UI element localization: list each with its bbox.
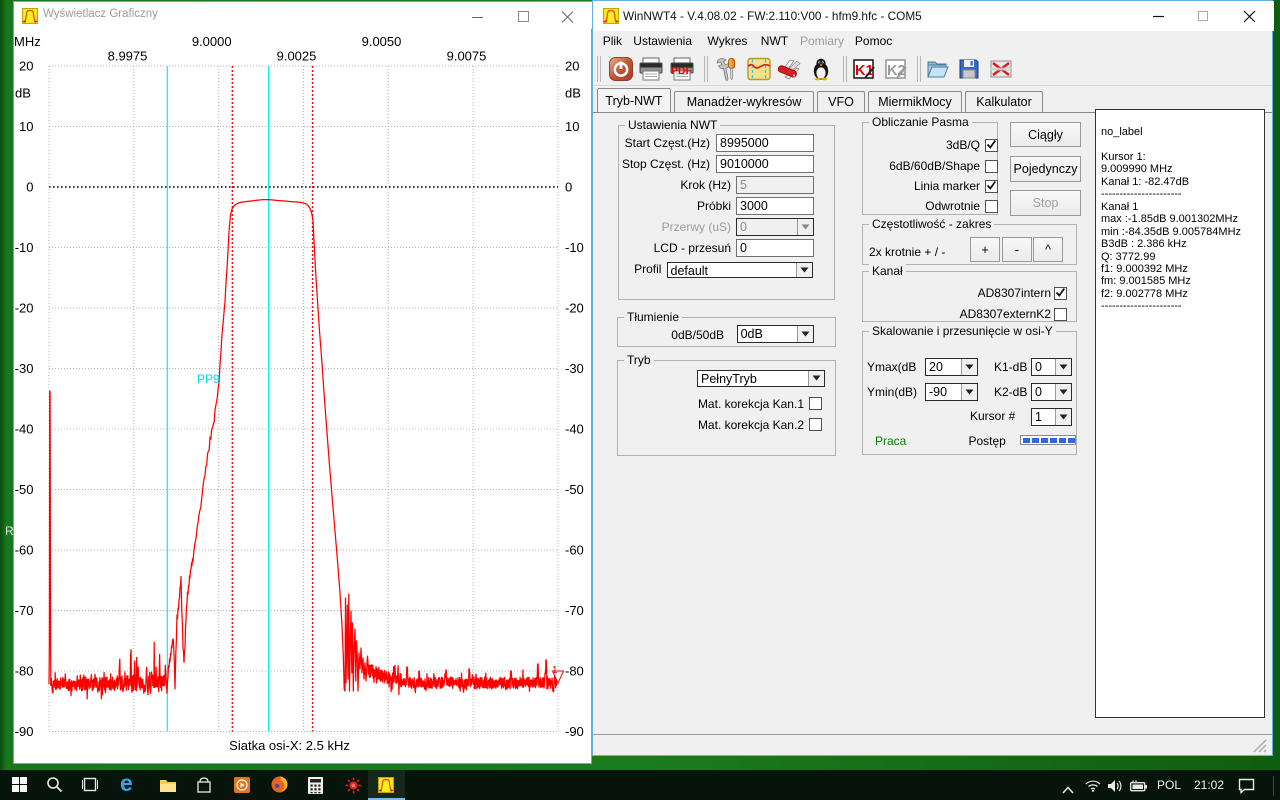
svg-text:-80: -80 [15,664,34,679]
svg-text:0: 0 [26,180,33,195]
svg-text:-30: -30 [565,361,584,376]
svg-text:PDF: PDF [671,65,693,77]
svg-text:-60: -60 [15,543,34,558]
svg-text:-80: -80 [565,664,584,679]
svg-text:-40: -40 [15,422,34,437]
svg-text:-50: -50 [565,482,584,497]
svg-text:-70: -70 [15,603,34,618]
svg-text:10: 10 [565,119,579,134]
svg-text:-50: -50 [15,482,34,497]
svg-text:-30: -30 [15,361,34,376]
svg-text:dB: dB [15,86,31,101]
svg-text:-70: -70 [565,603,584,618]
svg-text:9.0050: 9.0050 [362,34,402,49]
svg-text:20: 20 [19,59,33,74]
svg-text:9.0025: 9.0025 [277,49,317,64]
svg-text:20: 20 [565,59,579,74]
svg-text:-20: -20 [565,301,584,316]
svg-text:9.0000: 9.0000 [192,34,232,49]
svg-text:-90: -90 [15,724,34,739]
svg-text:Siatka osi-X: 2.5 kHz: Siatka osi-X: 2.5 kHz [229,738,350,753]
svg-text:-40: -40 [565,422,584,437]
svg-text:10: 10 [19,119,33,134]
svg-text:-10: -10 [565,240,584,255]
svg-text:-90: -90 [565,724,584,739]
svg-text:1: 1 [552,665,558,676]
svg-text:9.0075: 9.0075 [447,49,487,64]
svg-text:8.9975: 8.9975 [108,49,148,64]
svg-text:0: 0 [565,180,572,195]
svg-text:-60: -60 [565,543,584,558]
svg-text:-20: -20 [15,301,34,316]
svg-text:-10: -10 [15,240,34,255]
svg-text:MHz: MHz [14,34,41,49]
svg-text:dB: dB [565,86,581,101]
svg-text:PP9: PP9 [197,372,220,386]
